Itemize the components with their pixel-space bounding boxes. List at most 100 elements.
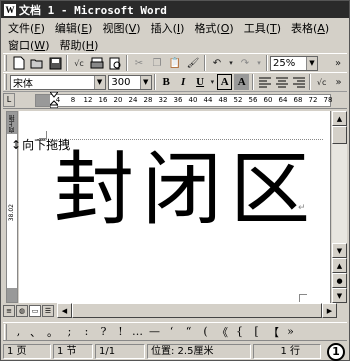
menu-accel-key: V [128,21,137,35]
punctuation-button[interactable]: ? [95,325,112,338]
char-shading-button[interactable]: A [234,74,250,90]
indent-marker-icon[interactable] [50,92,58,108]
horizontal-scrollbar[interactable]: ◀ ▶ [57,303,337,318]
scroll-up-button[interactable]: ▲ [332,111,347,126]
toolbar-grip[interactable] [4,55,7,71]
title-bar: W 文档 1 - Microsoft Word [1,1,349,18]
redo-dropdown-icon[interactable]: ▾ [255,55,263,71]
italic-button[interactable]: I [176,74,191,90]
align-left-icon[interactable] [257,74,272,90]
formatting-toolbar: 宋体 ▼ 300 ▼ B I U ▾ A A √c » [3,72,347,92]
punctuation-button[interactable]: , [10,325,27,338]
menu-item[interactable]: 编辑(E) [50,20,98,36]
punctuation-button[interactable]: 《 [214,324,231,340]
underline-button[interactable]: U [193,74,208,90]
save-icon[interactable] [47,55,63,71]
font-size-select[interactable]: 300 ▼ [108,74,152,90]
scroll-thumb[interactable] [332,126,347,144]
copy-icon[interactable]: ❐ [149,55,165,71]
scroll-down-button[interactable]: ▼ [332,243,347,258]
toolbar-grip[interactable] [4,74,7,90]
new-icon[interactable] [11,55,27,71]
undo-icon[interactable]: ↶ [209,55,225,71]
format-painter-icon[interactable]: 🖌 [185,55,201,71]
toolbar-grip[interactable] [4,323,7,340]
chevron-down-icon[interactable]: ▼ [93,75,105,89]
toolbar-options-icon[interactable]: » [330,55,346,71]
char-border-button[interactable]: A [217,74,233,90]
punctuation-button[interactable]: 。 [44,324,61,340]
separator [252,74,255,90]
formula-icon[interactable]: √c [314,74,329,90]
ruler-bar: L 4 8 12 16 20 24 28 32 36 40 44 48 52 56 60 64 68 72 78 [3,92,347,109]
redo-icon[interactable]: ↷ [237,55,253,71]
punctuation-button[interactable]: ( [197,325,214,338]
ruler-tick-label: 24 [128,96,138,104]
normal-view-icon[interactable]: ≡ [3,304,15,317]
font-select[interactable]: 宋体 ▼ [9,74,106,90]
bold-button[interactable]: B [159,74,174,90]
font-size-value: 300 [111,76,131,88]
punctuation-button[interactable]: “ [180,325,197,338]
chevron-down-icon[interactable]: ▼ [306,56,317,70]
toolbar-options-icon[interactable]: » [331,74,346,90]
scroll-thumb[interactable] [72,303,322,318]
double-arrow-icon: ↕ [11,137,22,152]
paste-icon[interactable]: 📋 [167,55,183,71]
next-page-button[interactable]: ▼ [332,288,347,303]
align-center-icon[interactable] [274,74,289,90]
tab-selector[interactable]: L [3,93,15,107]
align-right-icon[interactable] [291,74,306,90]
menu-item[interactable]: 视图(V) [97,20,145,36]
browse-object-button[interactable]: ● [332,273,347,288]
punctuation-button[interactable]: 【 [265,324,282,340]
underline-dropdown-icon[interactable]: ▾ [210,74,216,90]
open-icon[interactable] [29,55,45,71]
menu-item[interactable]: 表格(A) [286,20,334,36]
word-app-icon[interactable]: W [4,3,16,16]
ruler-tick-label: 16 [98,96,108,104]
ruler-margin [7,288,17,302]
menu-item[interactable]: 插入(I) [146,20,190,36]
ruler-tick-label: 44 [203,96,213,104]
print-icon[interactable] [89,55,105,71]
status-line: 1 行 [253,344,321,359]
window-title: 文档 1 - Microsoft Word [19,3,167,17]
spellcheck-icon[interactable]: √c [71,55,87,71]
prev-page-button[interactable]: ▲ [332,258,347,273]
punctuation-button[interactable]: ; [61,325,78,338]
punctuation-button[interactable]: 、 [27,324,44,340]
standard-toolbar: √c ✂ ❐ 📋 🖌 ↶ ▾ ↷ ▾ 25% ▼ » [3,53,347,73]
menu-item[interactable]: 工具(T) [239,20,286,36]
print-preview-icon[interactable] [107,55,123,71]
outline-view-icon[interactable]: ☰ [42,304,54,317]
scroll-right-button[interactable]: ▶ [322,303,337,318]
menu-item[interactable]: 格式(O) [189,20,238,36]
vertical-scrollbar[interactable]: ▲ ▼ ▲ ● ▼ [332,111,347,303]
punctuation-button[interactable]: { [231,325,248,338]
punctuation-button[interactable]: : [78,325,95,338]
scroll-left-button[interactable]: ◀ [57,303,72,318]
document-text[interactable]: 封闭区 [54,145,318,235]
menu-label: 编辑( [54,21,82,35]
punctuation-button[interactable]: ! [112,325,129,338]
horizontal-ruler[interactable]: 4 8 12 16 20 24 28 32 36 40 44 48 52 56 60 64 68 72 78 [35,94,332,107]
menu-item[interactable]: 帮助(H) [54,37,103,53]
cut-icon[interactable]: ✂ [131,55,147,71]
menu-item[interactable]: 文件(F) [3,20,50,36]
undo-dropdown-icon[interactable]: ▾ [227,55,235,71]
separator [153,74,156,90]
punctuation-button[interactable]: — [146,325,163,338]
chevron-down-icon[interactable]: ▼ [139,75,151,89]
menu-item[interactable]: 窗口(W) [3,37,54,53]
punctuation-button[interactable]: ‘ [163,325,180,338]
web-view-icon[interactable]: ◍ [16,304,28,317]
zoom-select[interactable]: 25% ▼ [270,55,318,71]
menu-accel-key: A [317,21,325,35]
ruler-tick-label: 32 [158,96,168,104]
punctuation-button[interactable]: [ [248,325,265,338]
menu-accel-key: F [34,21,41,35]
page-view-icon[interactable]: ▭ [29,304,41,317]
toolbar-options-icon[interactable]: » [282,325,299,338]
punctuation-button[interactable]: … [129,325,146,338]
